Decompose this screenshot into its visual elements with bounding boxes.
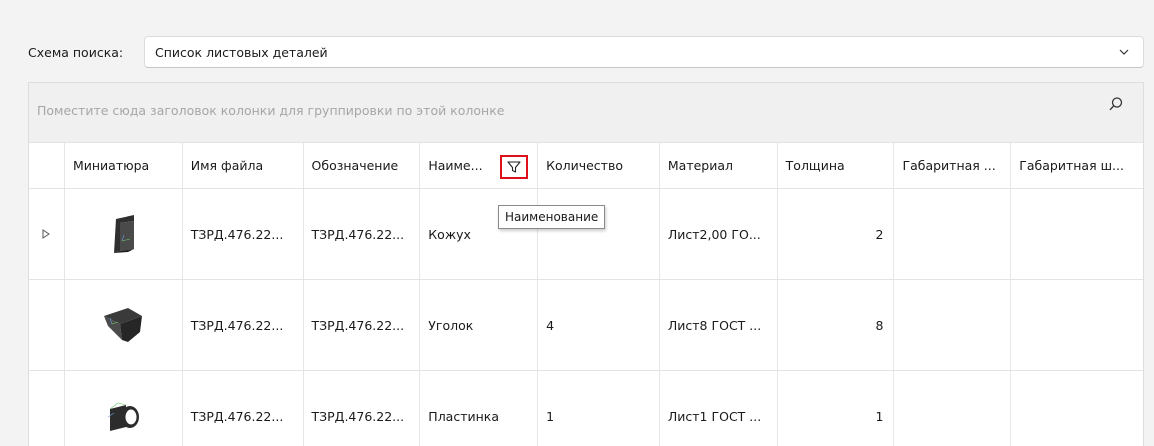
cell-quantity: 1	[538, 371, 660, 446]
cell-thickness: 1	[778, 371, 895, 446]
thumbnail-plate-part	[65, 371, 183, 446]
cell-material: Лист1 ГОСТ ...	[660, 371, 778, 446]
column-name-tooltip: Наименование	[498, 205, 606, 229]
column-header-designation[interactable]: Обозначение	[304, 143, 421, 188]
table-row[interactable]: ТЗРД.476.22... ТЗРД.476.22... Кожух Лист…	[29, 189, 1143, 280]
table-row[interactable]: ТЗРД.476.22... ТЗРД.476.22... Уголок 4 Л…	[29, 280, 1143, 371]
expand-row-icon[interactable]	[29, 189, 65, 279]
row-indicator	[29, 371, 65, 446]
cell-thickness: 2	[778, 189, 895, 279]
cell-overall-length	[894, 280, 1012, 370]
column-header-overall-width[interactable]: Габаритная ш...	[1011, 143, 1143, 188]
filter-icon[interactable]	[500, 155, 529, 179]
table-row[interactable]: ТЗРД.476.22... ТЗРД.476.22... Пластинка …	[29, 371, 1143, 446]
chevron-down-icon[interactable]	[1119, 49, 1129, 55]
column-header-name-label: Наиме...	[428, 158, 483, 173]
column-header-quantity[interactable]: Количество	[538, 143, 660, 188]
cell-overall-length	[894, 189, 1012, 279]
cell-filename: ТЗРД.476.22...	[183, 280, 304, 370]
cell-overall-width	[1011, 371, 1143, 446]
cell-designation: ТЗРД.476.22...	[304, 189, 421, 279]
search-icon[interactable]	[1105, 93, 1127, 115]
cell-quantity: 4	[538, 280, 660, 370]
cell-filename: ТЗРД.476.22...	[183, 189, 304, 279]
search-scheme-value: Список листовых деталей	[155, 44, 328, 60]
column-header-thumbnail[interactable]: Миниатюра	[65, 143, 183, 188]
cell-name: Уголок	[420, 280, 539, 370]
group-by-hint: Поместите сюда заголовок колонки для гру…	[37, 103, 505, 118]
parts-grid: Поместите сюда заголовок колонки для гру…	[28, 82, 1144, 446]
cell-quantity	[538, 189, 660, 279]
column-header-thickness[interactable]: Толщина	[778, 143, 895, 188]
column-header-name[interactable]: Наиме...	[420, 143, 539, 188]
column-header-filename[interactable]: Имя файла	[183, 143, 304, 188]
header-row-indicator	[29, 143, 65, 188]
cell-material: Лист2,00 ГО...	[660, 189, 778, 279]
cell-designation: ТЗРД.476.22...	[304, 280, 421, 370]
cell-thickness: 8	[778, 280, 895, 370]
grid-header: Миниатюра Имя файла Обозначение Наиме...…	[29, 143, 1143, 189]
column-header-overall-length[interactable]: Габаритная ...	[894, 143, 1012, 188]
cell-overall-width	[1011, 189, 1143, 279]
cell-filename: ТЗРД.476.22...	[183, 371, 304, 446]
thumbnail-bracket-part	[65, 189, 183, 279]
cell-overall-width	[1011, 280, 1143, 370]
cell-designation: ТЗРД.476.22...	[304, 371, 421, 446]
column-header-material[interactable]: Материал	[660, 143, 778, 188]
thumbnail-angle-part	[65, 280, 183, 370]
cell-material: Лист8 ГОСТ ...	[660, 280, 778, 370]
search-scheme-label: Схема поиска:	[28, 44, 124, 60]
cell-name: Пластинка	[420, 371, 539, 446]
row-indicator	[29, 280, 65, 370]
group-by-panel[interactable]: Поместите сюда заголовок колонки для гру…	[29, 83, 1143, 143]
search-scheme-row: Схема поиска: Список листовых деталей	[28, 36, 1144, 68]
cell-overall-length	[894, 371, 1012, 446]
search-scheme-dropdown[interactable]: Список листовых деталей	[144, 36, 1144, 68]
cell-name: Кожух	[420, 189, 539, 279]
